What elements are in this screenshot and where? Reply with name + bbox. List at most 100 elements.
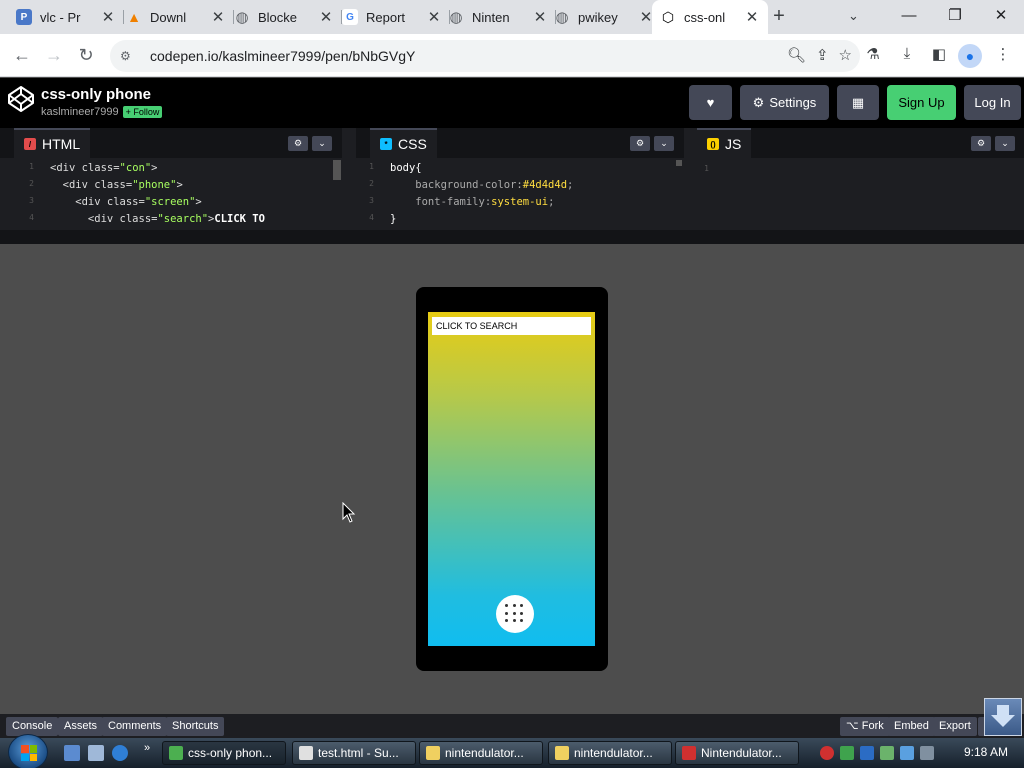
code-property: background-color:	[390, 179, 523, 191]
footer-export-button[interactable]: Export	[933, 717, 977, 736]
reload-icon[interactable]: ↻	[74, 44, 98, 68]
follow-button[interactable]: + Follow	[122, 106, 163, 118]
footer-assets-button[interactable]: Assets	[58, 717, 104, 736]
author-name[interactable]: kaslmineer7999	[41, 106, 119, 118]
menu-kebab-icon[interactable]: ⋮	[992, 45, 1014, 67]
browser-toolbar: ← → ↻ ⚙ codepen.io/kaslmineer7999/pen/bN…	[0, 34, 1024, 77]
tab-title: vlc - Pr	[40, 9, 81, 25]
signup-button[interactable]: Sign Up	[887, 85, 956, 120]
minimize-button[interactable]: —	[894, 4, 924, 28]
taskbar-window-button[interactable]: Nintendulator...	[675, 741, 799, 765]
taskbar-window-button[interactable]: css-only phon...	[162, 741, 286, 765]
code-value: #4d4d4d	[522, 179, 568, 191]
footer-fork-button[interactable]: ⌥ Fork	[840, 717, 890, 736]
code-string: "phone"	[132, 179, 177, 191]
footer-comments-button[interactable]: Comments	[102, 717, 168, 736]
js-collapse-chevron-icon[interactable]: ⌄	[995, 136, 1015, 151]
network-icon[interactable]	[900, 746, 914, 760]
line-number: 2	[369, 179, 374, 188]
css-scrollbar[interactable]	[676, 160, 682, 166]
taskbar-window-button[interactable]: nintendulator...	[548, 741, 672, 765]
browser-tab[interactable]: Pvlc - Pr ✕	[8, 3, 124, 31]
code-text: CLICK TO	[214, 213, 265, 225]
url-text: codepen.io/kaslmineer7999/pen/bNbGVgY	[150, 48, 416, 64]
network-app-icon[interactable]	[840, 746, 854, 760]
tab-close-icon[interactable]: ✕	[100, 8, 116, 26]
start-button[interactable]	[8, 734, 48, 768]
codepen-footer: Console Assets Comments Shortcuts ⌥ Fork Embe…	[0, 714, 1024, 738]
back-arrow-icon[interactable]: ←	[10, 44, 34, 68]
code-line: <div class="con">	[0, 160, 342, 177]
taskbar-window-button[interactable]: test.html - Su...	[292, 741, 416, 765]
tab-search-chevron-icon[interactable]: ⌄	[848, 8, 859, 24]
tab-close-icon[interactable]: ✕	[744, 8, 760, 26]
bookmark-star-icon[interactable]: ☆	[839, 46, 852, 64]
download-icon[interactable]: ⤓	[896, 45, 918, 67]
heart-button[interactable]: ♥	[689, 85, 732, 120]
css-settings-gear-icon[interactable]: ⚙	[630, 136, 650, 151]
html-scrollbar[interactable]	[333, 160, 341, 180]
tab-close-icon[interactable]: ✕	[210, 8, 226, 26]
codepen-logo-icon[interactable]	[7, 85, 35, 113]
codepen-icon: ⬡	[661, 8, 675, 25]
update-icon[interactable]	[880, 746, 894, 760]
footer-embed-button[interactable]: Embed	[888, 717, 935, 736]
browser-tab[interactable]: ▲ Downl ✕	[118, 3, 234, 31]
security-alert-icon[interactable]	[820, 746, 834, 760]
labs-flask-icon[interactable]: ⚗	[862, 45, 884, 67]
codepen-header: css-only phone kaslmineer7999 + Follow ♥…	[0, 78, 1024, 128]
address-bar[interactable]: ⚙ codepen.io/kaslmineer7999/pen/bNbGVgY …	[110, 40, 860, 72]
browser-tab[interactable]: ◍ Blocke ✕	[226, 3, 342, 31]
display-icon[interactable]	[860, 746, 874, 760]
browser-tab-strip: + ⌄ — ❐ ✕ Pvlc - Pr ✕ ▲ Downl ✕ ◍ Blocke ✕ G Repo…	[0, 0, 1024, 34]
html-editor-tab[interactable]: / HTML	[14, 128, 91, 158]
show-desktop-icon[interactable]	[64, 745, 80, 761]
login-button[interactable]: Log In	[964, 85, 1021, 120]
browser-tab[interactable]: G Report ✕	[334, 3, 450, 31]
forward-arrow-icon[interactable]: →	[42, 44, 66, 68]
share-icon[interactable]: ⇪	[816, 46, 829, 64]
volume-muted-icon[interactable]	[920, 746, 934, 760]
share-download-button[interactable]	[984, 698, 1022, 736]
internet-explorer-icon[interactable]	[112, 745, 128, 761]
taskbar-clock[interactable]: 9:18 AM	[964, 745, 1008, 759]
layout-button[interactable]: ▦	[837, 85, 879, 120]
code-tag: >	[151, 162, 158, 174]
line-number: 4	[29, 213, 34, 222]
browser-tab[interactable]: ◍ Ninten ✕	[440, 3, 556, 31]
profile-avatar-icon[interactable]: ●	[958, 44, 982, 68]
settings-button[interactable]: ⚙ Settings	[740, 85, 829, 120]
zoom-icon[interactable]: 🔍︎	[787, 46, 806, 64]
site-info-icon[interactable]: ⚙	[120, 49, 136, 63]
phone-app-grid-button[interactable]	[496, 595, 534, 633]
quick-launch-overflow-icon[interactable]: »	[144, 742, 150, 754]
new-tab-button[interactable]: +	[768, 6, 790, 28]
switch-windows-icon[interactable]	[88, 745, 104, 761]
html-settings-gear-icon[interactable]: ⚙	[288, 136, 308, 151]
side-panel-icon[interactable]: ◧	[928, 45, 950, 67]
restore-button[interactable]: ❐	[940, 4, 970, 28]
code-string: "search"	[157, 213, 209, 225]
css-editor-tab[interactable]: * CSS	[370, 128, 437, 158]
html-code-area[interactable]: 1 <div class="con"> 2 <div class="phone"> 3…	[0, 158, 342, 228]
css-code-area[interactable]: 1 body{2 background-color:#4d4d4d; 3 font-…	[356, 158, 684, 228]
browser-tab[interactable]: ⬡ css-onl ✕	[652, 0, 768, 34]
phone-search-bar[interactable]: CLICK TO SEARCH	[432, 317, 591, 335]
editor-resize-bar[interactable]	[0, 230, 1024, 244]
footer-shortcuts-button[interactable]: Shortcuts	[166, 717, 225, 736]
js-editor-tab[interactable]: () JS	[697, 128, 752, 158]
browser-tab[interactable]: ◍ pwikey ✕	[546, 3, 662, 31]
css-collapse-chevron-icon[interactable]: ⌄	[654, 136, 674, 151]
js-settings-gear-icon[interactable]: ⚙	[971, 136, 991, 151]
close-window-button[interactable]: ✕	[986, 4, 1016, 28]
js-editor-header: () JS ⚙ ⌄	[697, 128, 1024, 158]
tab-close-icon[interactable]: ✕	[318, 8, 334, 26]
code-line: body{	[356, 160, 684, 177]
footer-console-button[interactable]: Console	[6, 717, 59, 736]
pen-title[interactable]: css-only phone	[41, 86, 151, 103]
html-collapse-chevron-icon[interactable]: ⌄	[312, 136, 332, 151]
taskbar-window-button[interactable]: nintendulator...	[419, 741, 543, 765]
js-code-area[interactable]: 1	[697, 158, 1024, 177]
code-tag: >	[176, 179, 183, 191]
code-punct: ;	[567, 179, 574, 191]
